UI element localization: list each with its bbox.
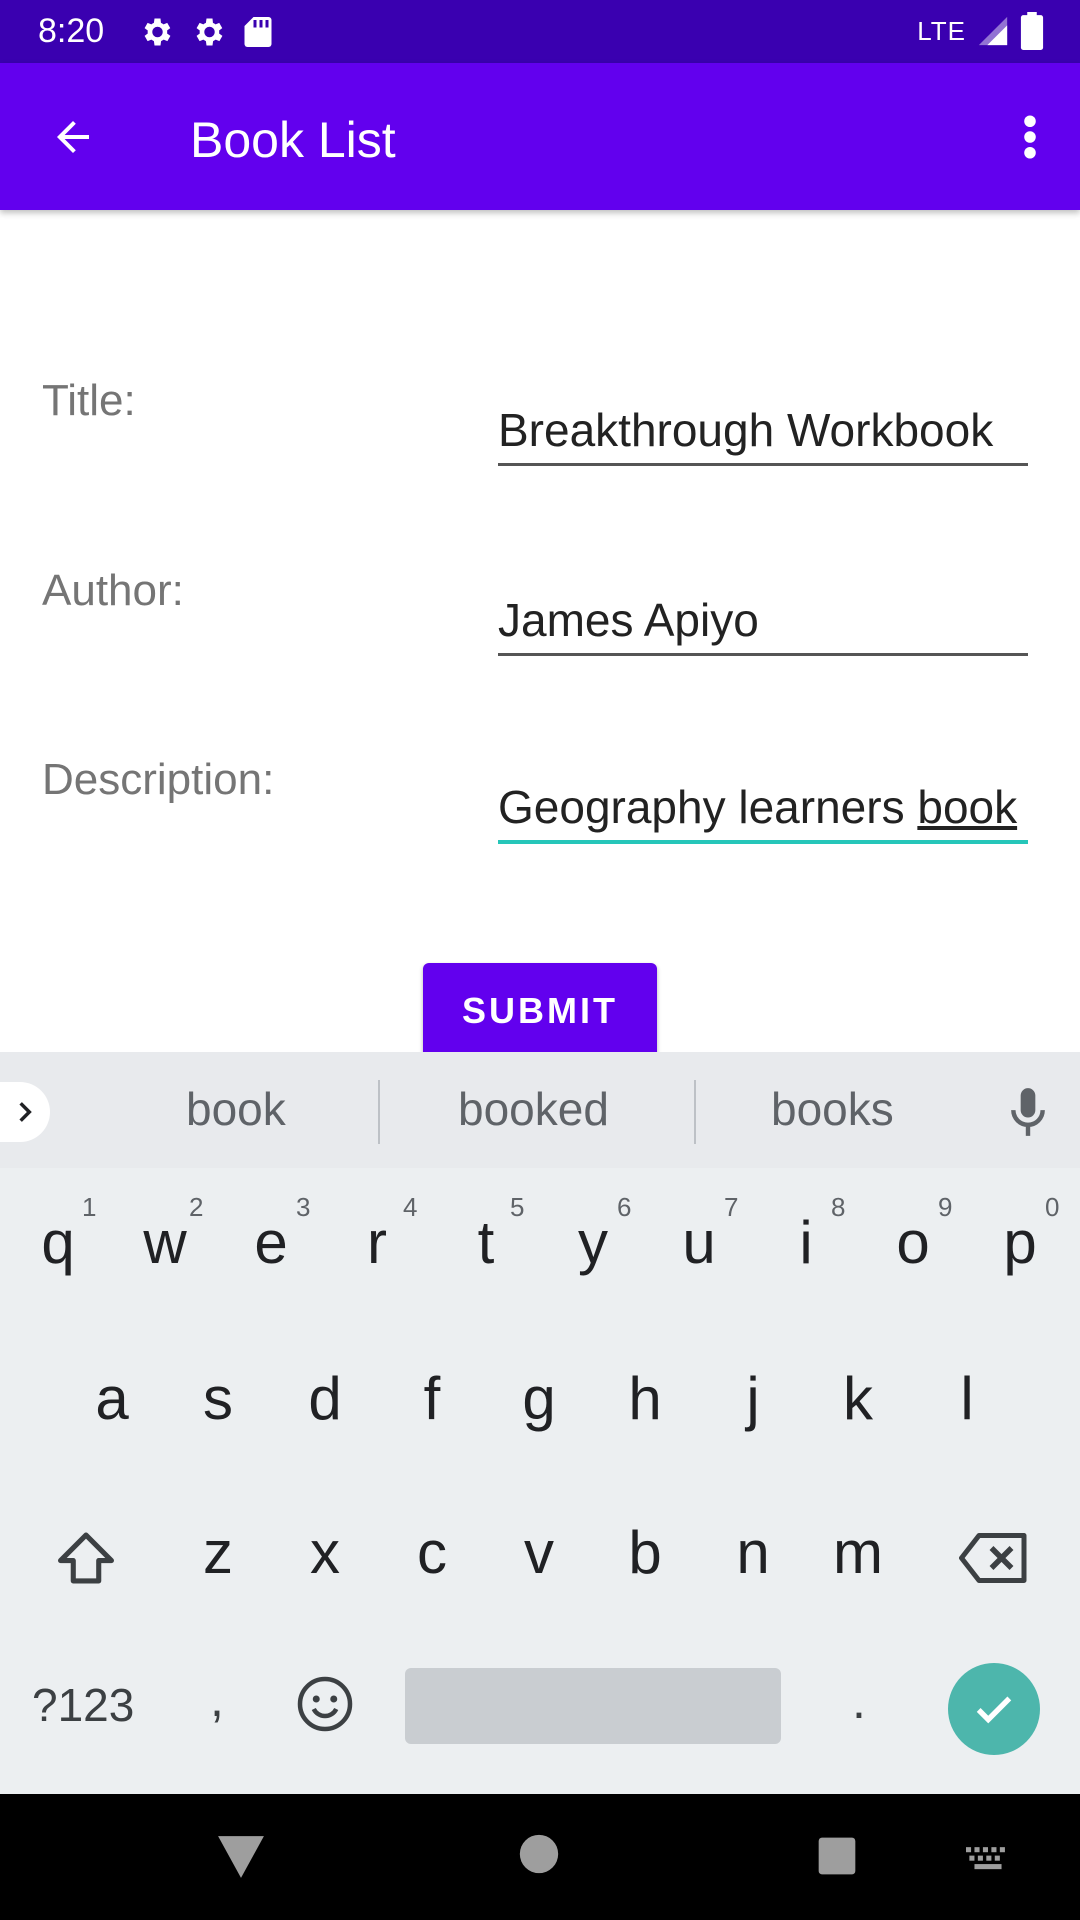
key-g[interactable]: g xyxy=(489,1364,589,1433)
key-hint-0: 0 xyxy=(1045,1192,1060,1222)
backspace-key[interactable] xyxy=(956,1528,1032,1588)
system-nav-bar xyxy=(0,1794,1080,1920)
key-n[interactable]: n xyxy=(703,1518,803,1587)
suggestion-divider xyxy=(378,1080,380,1144)
composing-word: book xyxy=(917,781,1018,833)
enter-key[interactable] xyxy=(948,1663,1040,1755)
key-v[interactable]: v xyxy=(489,1518,589,1587)
status-notification-icons xyxy=(138,14,274,50)
comma-key[interactable]: , xyxy=(210,1670,224,1728)
microphone-icon[interactable] xyxy=(1006,1086,1050,1138)
battery-icon xyxy=(1020,12,1044,50)
emoji-icon xyxy=(297,1676,353,1732)
nav-recents-button[interactable] xyxy=(817,1836,857,1876)
author-field[interactable] xyxy=(498,586,1028,656)
settings-icon xyxy=(196,18,223,46)
title-input[interactable] xyxy=(498,396,1028,463)
arrow-back-icon xyxy=(57,121,89,153)
settings-icon xyxy=(144,18,171,46)
keyboard-switch-icon xyxy=(966,1847,1005,1870)
description-text: Geography learners xyxy=(498,781,918,833)
key-c[interactable]: c xyxy=(382,1518,482,1587)
key-a[interactable]: a xyxy=(62,1364,162,1433)
key-hint-8: 8 xyxy=(831,1192,846,1222)
page-title: Book List xyxy=(190,112,396,168)
author-label: Author: xyxy=(42,566,184,615)
nav-home-button[interactable] xyxy=(519,1834,559,1874)
status-system-icons: LTE xyxy=(917,12,1044,50)
key-hint-2: 2 xyxy=(189,1192,204,1222)
emoji-key[interactable] xyxy=(295,1674,355,1734)
description-field[interactable]: Geography learners book xyxy=(498,774,1028,844)
key-d[interactable]: d xyxy=(275,1364,375,1433)
spacebar-key[interactable] xyxy=(405,1668,781,1744)
suggestion-3[interactable]: books xyxy=(771,1082,894,1136)
key-hint-5: 5 xyxy=(510,1192,525,1222)
key-s[interactable]: s xyxy=(168,1364,268,1433)
submit-button[interactable]: SUBMIT xyxy=(423,963,657,1058)
status-time: 8:20 xyxy=(38,12,105,50)
shift-key[interactable] xyxy=(50,1528,122,1588)
shift-icon xyxy=(58,1532,114,1584)
key-hint-3: 3 xyxy=(296,1192,311,1222)
key-h[interactable]: h xyxy=(595,1364,695,1433)
key-hint-6: 6 xyxy=(617,1192,632,1222)
status-bar: 8:20 LTE xyxy=(0,0,1080,63)
key-j[interactable]: j xyxy=(703,1364,803,1433)
key-hint-1: 1 xyxy=(82,1192,97,1222)
description-label: Description: xyxy=(42,755,275,804)
key-hint-9: 9 xyxy=(938,1192,953,1222)
symbols-key[interactable]: ?123 xyxy=(32,1678,134,1732)
suggestion-1[interactable]: book xyxy=(186,1082,286,1136)
key-hint-4: 4 xyxy=(403,1192,418,1222)
key-x[interactable]: x xyxy=(275,1518,375,1587)
key-hint-7: 7 xyxy=(724,1192,739,1222)
key-l[interactable]: l xyxy=(917,1364,1017,1433)
signal-icon xyxy=(978,16,1008,46)
description-input[interactable]: Geography learners book xyxy=(498,774,1028,840)
app-bar: Book List xyxy=(0,63,1080,210)
overflow-menu-button[interactable] xyxy=(1006,105,1054,169)
key-b[interactable]: b xyxy=(595,1518,695,1587)
suggestion-divider xyxy=(694,1080,696,1144)
key-z[interactable]: z xyxy=(168,1518,268,1587)
backspace-icon xyxy=(959,1533,1027,1583)
checkmark-icon xyxy=(976,1696,1012,1724)
more-vert-icon xyxy=(1024,115,1036,159)
period-key[interactable]: . xyxy=(852,1672,866,1730)
chevron-right-icon xyxy=(19,1102,32,1122)
home-circle-icon xyxy=(519,1834,559,1874)
suggestion-2[interactable]: booked xyxy=(458,1082,609,1136)
recents-square-icon xyxy=(818,1837,856,1875)
back-triangle-icon xyxy=(218,1836,264,1878)
network-type: LTE xyxy=(917,15,966,46)
key-m[interactable]: m xyxy=(808,1518,908,1587)
title-label: Title: xyxy=(42,376,136,425)
author-input[interactable] xyxy=(498,586,1028,653)
title-field[interactable] xyxy=(498,396,1028,466)
sd-card-icon xyxy=(244,17,272,47)
expand-toolbar-button[interactable] xyxy=(0,1082,50,1142)
suggestion-strip: book booked books xyxy=(0,1052,1080,1168)
nav-keyboard-button[interactable] xyxy=(966,1846,1010,1872)
key-f[interactable]: f xyxy=(382,1364,482,1433)
back-button[interactable] xyxy=(42,109,104,165)
nav-back-button[interactable] xyxy=(216,1834,266,1880)
key-k[interactable]: k xyxy=(808,1364,908,1433)
